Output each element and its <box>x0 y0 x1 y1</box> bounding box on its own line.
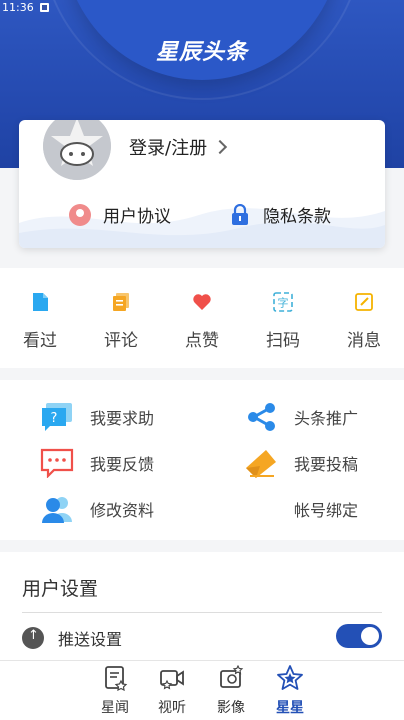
tab-label: 星星 <box>276 700 304 716</box>
viewed-icon <box>33 293 48 311</box>
message-icon <box>355 293 373 311</box>
user-settings-section: 用户设置 推送设置 <box>0 552 404 660</box>
video-icon <box>160 670 184 690</box>
feedback-icon <box>40 448 74 478</box>
comment-icon <box>113 293 129 311</box>
push-settings-label: 推送设置 <box>58 630 123 649</box>
news-icon <box>105 666 128 692</box>
star-icon <box>277 665 303 690</box>
status-bar: 11:36 <box>0 0 404 14</box>
user-agreement-icon <box>69 203 91 226</box>
share-icon <box>248 403 275 431</box>
chevron-right-icon <box>213 139 228 155</box>
shortcut-label: 点赞 <box>185 331 219 351</box>
feedback-button[interactable]: 我要反馈 <box>40 448 154 478</box>
services-panel: ? 我要求助 头条推广 我要反馈 我要投稿 修改资料 帐号绑定 <box>0 380 404 540</box>
tab-star[interactable]: 星星 <box>265 665 315 717</box>
bottom-tab-bar: 星闻 视听 影像 星星 <box>0 660 404 720</box>
shortcut-label: 扫码 <box>266 331 300 351</box>
profile-card: 登录/注册 用户协议 隐私条款 <box>19 120 385 248</box>
edit-profile-label: 修改资料 <box>90 501 155 520</box>
bind-account-label: 帐号绑定 <box>294 501 359 520</box>
feedback-label: 我要反馈 <box>90 455 155 474</box>
bind-account-button[interactable]: 帐号绑定 <box>244 494 358 524</box>
privacy-policy-label: 隐私条款 <box>263 207 331 227</box>
submit-article-button[interactable]: 我要投稿 <box>244 448 358 478</box>
privacy-policy-link[interactable]: 隐私条款 <box>231 202 331 227</box>
shortcut-like[interactable]: 点赞 <box>172 292 232 351</box>
shortcut-label: 消息 <box>347 331 381 351</box>
shortcut-scan[interactable]: 字 扫码 <box>253 292 313 351</box>
login-register-link[interactable]: 登录/注册 <box>129 134 228 160</box>
notification-icon <box>39 2 49 12</box>
image-icon <box>220 664 244 688</box>
user-agreement-label: 用户协议 <box>103 207 171 227</box>
heart-icon <box>193 294 211 310</box>
divider <box>22 612 382 613</box>
help-icon: ? <box>42 403 72 431</box>
help-label: 我要求助 <box>90 409 155 428</box>
avatar[interactable] <box>43 120 111 180</box>
tab-label: 星闻 <box>101 700 129 716</box>
toggle-knob <box>361 627 379 645</box>
tab-news[interactable]: 星闻 <box>90 665 140 717</box>
brand-logo: 星辰头条 <box>155 40 248 65</box>
shortcut-message[interactable]: 消息 <box>334 292 394 351</box>
lock-icon <box>232 203 248 225</box>
tab-label: 视听 <box>158 700 186 716</box>
login-label: 登录/注册 <box>129 138 208 159</box>
shortcut-viewed[interactable]: 看过 <box>10 292 70 351</box>
tab-label: 影像 <box>217 700 245 716</box>
shortcut-label: 看过 <box>23 331 57 351</box>
scan-icon: 字 <box>273 292 293 312</box>
shortcut-label: 评论 <box>104 331 138 351</box>
cloud-upload-icon <box>22 627 44 649</box>
status-time: 11:36 <box>2 0 34 14</box>
shortcut-comment[interactable]: 评论 <box>91 292 151 351</box>
settings-title: 用户设置 <box>22 578 99 600</box>
promote-label: 头条推广 <box>294 409 359 428</box>
user-agreement-link[interactable]: 用户协议 <box>69 202 171 227</box>
promote-button[interactable]: 头条推广 <box>244 402 358 432</box>
push-toggle[interactable] <box>336 624 382 648</box>
help-button[interactable]: ? 我要求助 <box>40 402 154 432</box>
shortcut-bar: 看过 评论 点赞 字 扫码 消息 <box>0 268 404 368</box>
push-settings-row: 推送设置 <box>22 626 122 650</box>
edit-profile-button[interactable]: 修改资料 <box>40 494 154 524</box>
svg-text:?: ? <box>51 411 58 426</box>
envelope-icon <box>246 450 276 478</box>
bind-account-icon <box>244 494 278 524</box>
users-icon <box>42 497 72 523</box>
submit-article-label: 我要投稿 <box>294 455 359 474</box>
default-avatar-icon <box>43 120 111 180</box>
tab-image[interactable]: 影像 <box>206 664 256 717</box>
svg-text:字: 字 <box>278 296 289 310</box>
tab-video[interactable]: 视听 <box>147 665 197 717</box>
